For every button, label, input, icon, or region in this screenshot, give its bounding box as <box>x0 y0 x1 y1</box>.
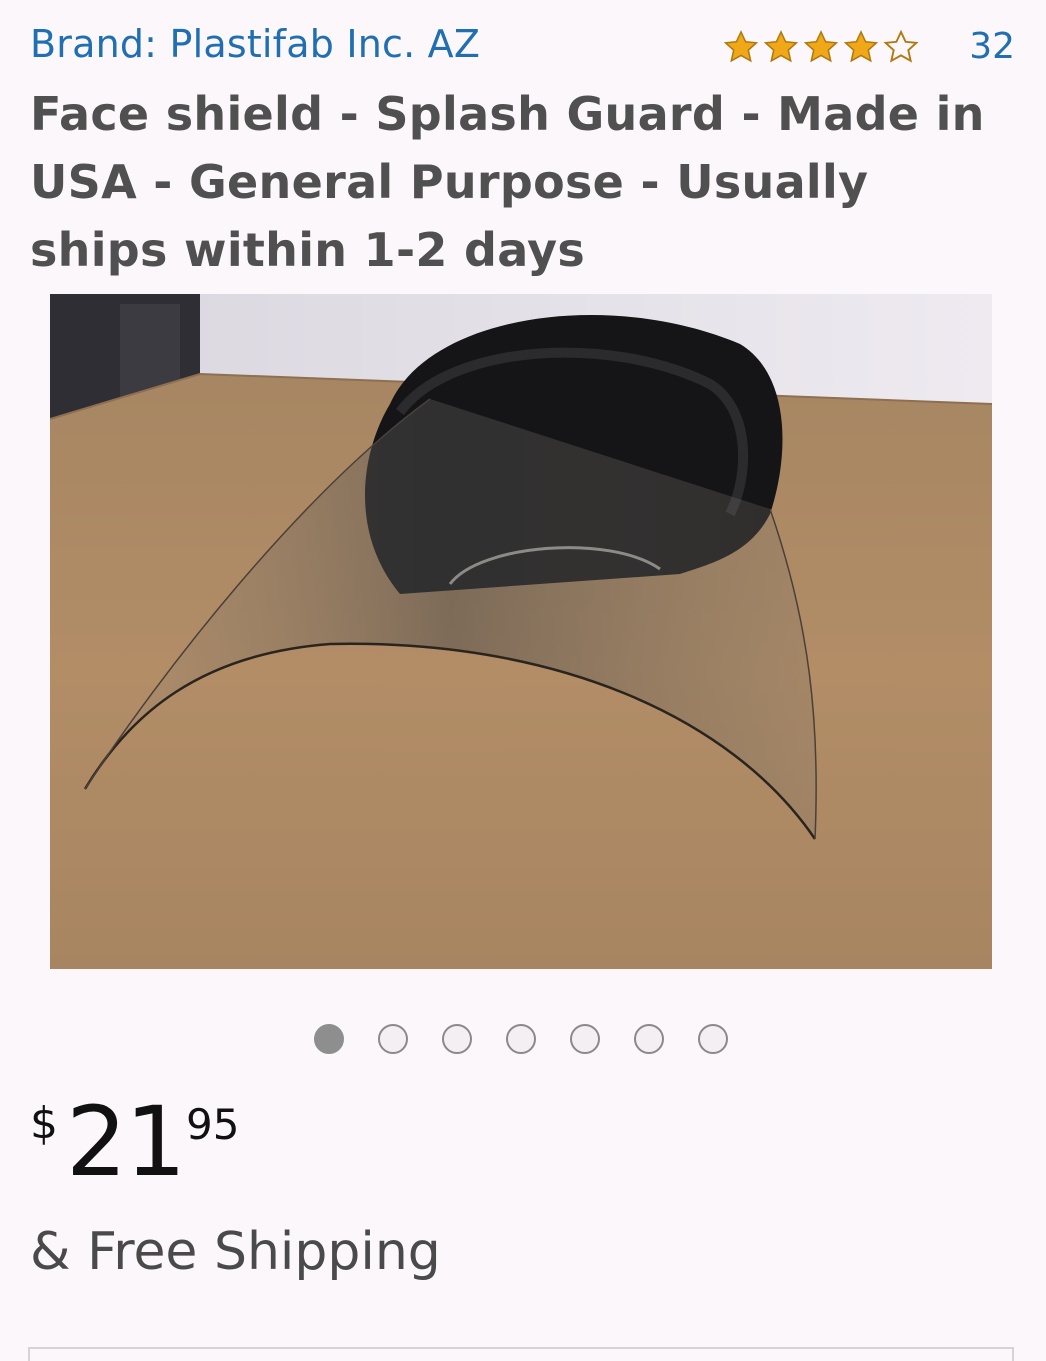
star-rating[interactable] <box>721 28 921 66</box>
carousel-dot[interactable] <box>698 1024 728 1054</box>
next-section-card <box>28 1347 1014 1361</box>
star-full-icon <box>723 29 759 62</box>
price-whole: 21 <box>66 1086 186 1198</box>
product-title: Face shield - Splash Guard - Made in USA… <box>30 87 985 277</box>
star-full-icon <box>763 29 799 62</box>
face-shield-photo <box>50 294 992 969</box>
carousel-dot[interactable] <box>314 1024 344 1054</box>
carousel-dot[interactable] <box>378 1024 408 1054</box>
rating[interactable]: 32 <box>721 26 1015 67</box>
star-empty-icon <box>883 29 919 63</box>
carousel-dot[interactable] <box>506 1024 536 1054</box>
price-currency: $ <box>30 1098 58 1149</box>
brand-link[interactable]: Brand: Plastifab Inc. AZ <box>30 22 480 66</box>
brand-row: Brand: Plastifab Inc. AZ 32 <box>30 22 1015 72</box>
price-fraction: 95 <box>186 1100 240 1149</box>
carousel-dot[interactable] <box>442 1024 472 1054</box>
carousel-dot[interactable] <box>570 1024 600 1054</box>
product-image[interactable] <box>50 294 992 969</box>
shipping-info: & Free Shipping <box>30 1222 441 1282</box>
carousel-indicators[interactable] <box>0 1024 1046 1054</box>
carousel-dot[interactable] <box>634 1024 664 1054</box>
star-full-icon <box>843 29 879 62</box>
review-count-link[interactable]: 32 <box>969 26 1015 67</box>
star-full-icon <box>803 29 839 62</box>
